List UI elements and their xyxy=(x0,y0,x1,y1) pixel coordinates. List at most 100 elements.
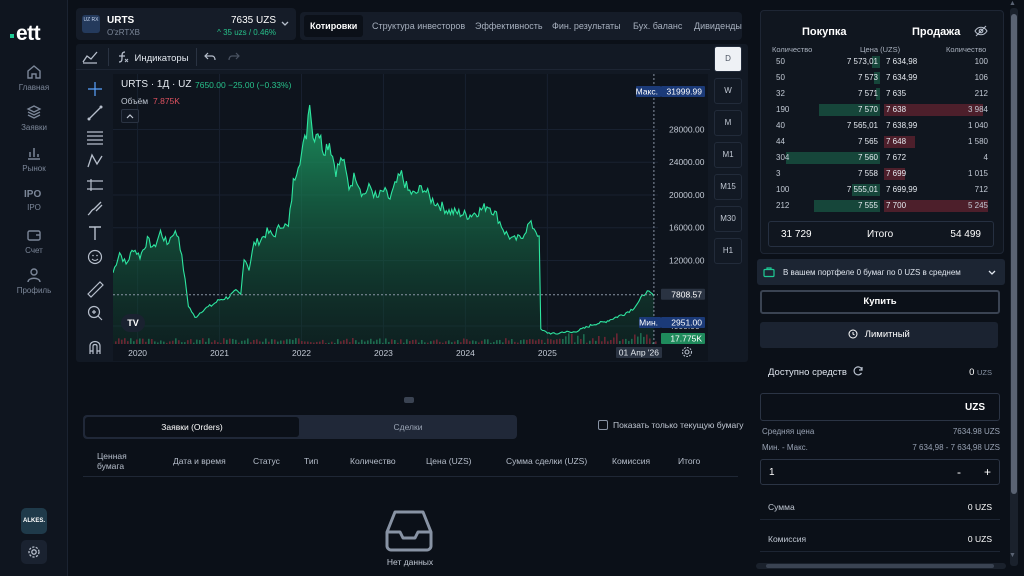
x-tick-label: 2021 xyxy=(210,348,229,358)
settings-button[interactable] xyxy=(21,540,47,564)
volume-bar xyxy=(253,339,255,344)
orderbook-sell-title: Продажа xyxy=(912,26,961,38)
orderbook-row[interactable]: 100 7 555,01 7 699,99 712 xyxy=(770,183,990,198)
quantity-decrement-button[interactable]: - xyxy=(957,465,961,479)
orderbook-row[interactable]: 212 7 555 7 700 5 245 xyxy=(770,199,990,214)
orderbook-row[interactable]: 50 7 573,01 7 634,98 100 xyxy=(770,55,990,70)
brush-icon[interactable] xyxy=(82,198,108,220)
crosshair-icon[interactable] xyxy=(82,78,108,100)
checkbox-box[interactable] xyxy=(598,420,608,430)
app-logo[interactable]: ett xyxy=(10,22,41,46)
orderbook-row[interactable]: 32 7 571 7 635 212 xyxy=(770,87,990,102)
tradingview-logo[interactable]: TV xyxy=(121,314,145,332)
timeframe-w[interactable]: W xyxy=(714,78,742,104)
orderbook-sell-qty: 212 xyxy=(974,89,988,98)
volume-bar xyxy=(376,339,378,344)
orderbook-sell-price: 7 700 xyxy=(886,201,907,210)
legend-collapse-button[interactable] xyxy=(121,109,139,123)
order-type-limit-button[interactable]: Лимитный xyxy=(760,322,998,348)
chart-type-icon[interactable] xyxy=(82,50,98,64)
timeframe-h1[interactable]: H1 xyxy=(714,238,742,264)
nav-label-ipo: IPO xyxy=(27,203,41,212)
nav-label-market: Рынок xyxy=(22,164,46,173)
refresh-icon[interactable] xyxy=(852,365,864,377)
volume-bar xyxy=(469,341,471,344)
tab-dividends[interactable]: Дивиденды xyxy=(688,15,748,37)
trendline-icon[interactable] xyxy=(82,102,108,124)
tab-trades[interactable]: Сделки xyxy=(301,417,515,437)
tab-orders[interactable]: Заявки (Orders) xyxy=(85,417,299,437)
scroll-down-arrow[interactable]: ▼ xyxy=(1009,552,1016,559)
orderbook-row[interactable]: 40 7 565,01 7 638,99 1 040 xyxy=(770,119,990,134)
amount-input[interactable]: UZS xyxy=(760,393,1000,421)
avatar[interactable]: ALKES. xyxy=(21,508,47,534)
volume-bar xyxy=(268,341,270,344)
fib-lines-icon[interactable] xyxy=(82,126,108,148)
undo-icon[interactable] xyxy=(204,51,216,63)
tab-fin-results[interactable]: Фин. результаты xyxy=(546,15,627,37)
ruler-icon[interactable] xyxy=(82,278,108,300)
tab-efficiency[interactable]: Эффективность xyxy=(469,15,549,37)
volume-bar xyxy=(610,339,612,344)
timeframe-m30[interactable]: M30 xyxy=(714,206,742,232)
right-scrollbar-thumb[interactable] xyxy=(1011,14,1017,494)
timeframe-m[interactable]: M xyxy=(714,110,742,136)
nav-item-market[interactable]: Рынок xyxy=(0,145,68,185)
quantity-stepper[interactable]: 1 - + xyxy=(760,459,1000,485)
tab-quotes[interactable]: Котировки xyxy=(304,15,364,37)
orderbook-buy-qty: 50 xyxy=(776,57,785,66)
orderbook-row[interactable]: 44 7 565 7 648 1 580 xyxy=(770,135,990,150)
orderbook-row[interactable]: 304 7 560 7 672 4 xyxy=(770,151,990,166)
panel-splitter-handle[interactable] xyxy=(404,397,414,403)
tab-investor-structure[interactable]: Структура инвесторов xyxy=(366,15,471,37)
volume-bar xyxy=(145,341,147,344)
volume-bar xyxy=(259,341,261,344)
pattern-icon[interactable] xyxy=(82,150,108,172)
volume-bar xyxy=(457,340,459,344)
price-chart[interactable]: 28000.00 24000.00 20000.00 16000.00 12000.00… xyxy=(113,74,708,361)
volume-bar xyxy=(154,341,156,344)
buy-button[interactable]: Купить xyxy=(760,290,1000,314)
scroll-up-arrow[interactable]: ▲ xyxy=(1009,0,1016,7)
nav-item-home[interactable]: Главная xyxy=(0,64,68,104)
nav-item-ipo[interactable]: IPO IPO xyxy=(0,186,68,226)
orderbook-row[interactable]: 190 7 570 7 638 3 984 xyxy=(770,103,990,118)
orderbook-total-sell: 54 499 xyxy=(950,229,981,240)
volume-bar xyxy=(559,338,561,344)
timeframe-m1[interactable]: M1 xyxy=(714,142,742,168)
magnet-icon[interactable] xyxy=(82,336,108,358)
orderbook-row[interactable]: 50 7 573 7 634,99 106 xyxy=(770,71,990,86)
portfolio-summary[interactable]: В вашем портфеле 0 бумаг по 0 UZS в сред… xyxy=(757,259,1005,285)
volume-bar xyxy=(592,338,594,344)
volume-bar xyxy=(178,340,180,344)
available-funds-value: 0 UZS xyxy=(969,367,992,378)
only-current-checkbox[interactable]: Показать только текущую бумагу xyxy=(598,420,744,430)
redo-icon[interactable] xyxy=(228,51,240,63)
timeframe-selector: D W M M1 M15 M30 H1 xyxy=(712,44,744,274)
volume-bar xyxy=(385,338,387,344)
eye-off-icon[interactable] xyxy=(974,25,988,37)
projection-icon[interactable] xyxy=(82,174,108,196)
emoji-icon[interactable] xyxy=(82,246,108,268)
indicators-button[interactable]: Индикаторы xyxy=(116,50,189,64)
orders-segmented-control: Заявки (Orders) Сделки xyxy=(83,415,517,439)
quantity-increment-button[interactable]: + xyxy=(984,465,991,479)
volume-bar xyxy=(334,342,336,344)
nav-item-profile[interactable]: Профиль xyxy=(0,267,68,307)
horizontal-scrollbar-thumb[interactable] xyxy=(766,564,994,568)
orderbook-row[interactable]: 3 7 558 7 699 1 015 xyxy=(770,167,990,182)
chart-settings-icon[interactable] xyxy=(681,346,693,358)
fee-row: Комиссия 0 UZS xyxy=(760,524,1000,552)
fee-label: Комиссия xyxy=(768,534,807,544)
volume-bar xyxy=(361,339,363,344)
nav-item-account[interactable]: Счет xyxy=(0,227,68,267)
text-tool-icon[interactable] xyxy=(82,222,108,244)
ticker-selector[interactable]: UZ RX URTS O'zRTXB 7635 UZS ^ 35 uzs / 0… xyxy=(76,8,296,40)
quantity-value[interactable]: 1 xyxy=(769,467,775,478)
zoom-in-icon[interactable] xyxy=(82,302,108,324)
limit-label: Лимитный xyxy=(864,329,910,340)
timeframe-m15[interactable]: M15 xyxy=(714,174,742,200)
timeframe-d[interactable]: D xyxy=(714,46,742,72)
nav-item-orders[interactable]: Заявки xyxy=(0,104,68,144)
tab-balance[interactable]: Бух. баланс xyxy=(627,15,688,37)
